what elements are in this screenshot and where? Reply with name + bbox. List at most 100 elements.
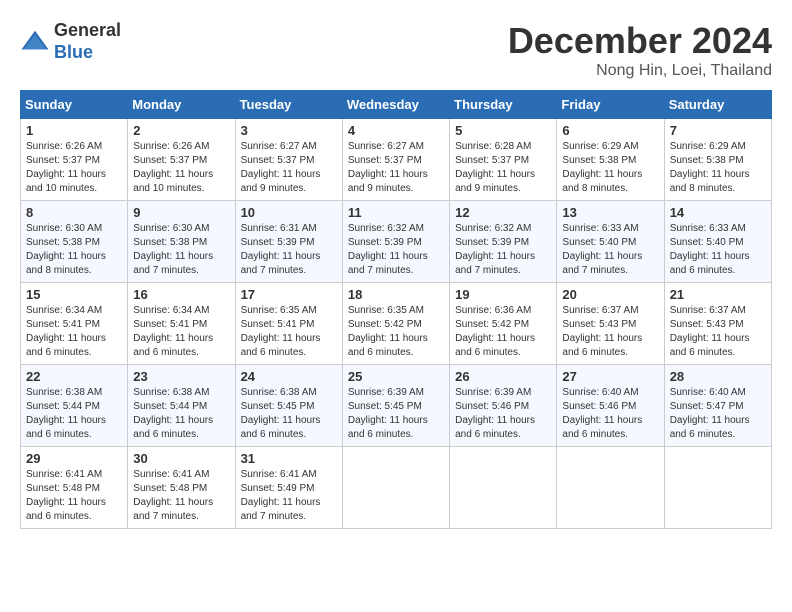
day-header-saturday: Saturday bbox=[664, 91, 771, 119]
day-info: Sunrise: 6:37 AMSunset: 5:43 PMDaylight:… bbox=[562, 305, 642, 358]
page-header: General Blue December 2024 Nong Hin, Loe… bbox=[20, 20, 772, 80]
day-number: 28 bbox=[670, 369, 766, 384]
day-info: Sunrise: 6:26 AMSunset: 5:37 PMDaylight:… bbox=[133, 141, 213, 194]
logo-icon bbox=[20, 27, 50, 57]
calendar-cell: 25Sunrise: 6:39 AMSunset: 5:45 PMDayligh… bbox=[342, 365, 449, 447]
calendar-cell: 20 Sunrise: 6:37 AMSunset: 5:43 PMDayligh… bbox=[557, 283, 664, 365]
day-info: Sunrise: 6:27 AMSunset: 5:37 PMDaylight:… bbox=[348, 141, 428, 194]
day-number: 16 bbox=[133, 287, 229, 302]
calendar-week-5: 29 Sunrise: 6:41 AMSunset: 5:48 PMDayligh… bbox=[21, 447, 772, 529]
calendar-cell: 14 Sunrise: 6:33 AMSunset: 5:40 PMDayligh… bbox=[664, 201, 771, 283]
day-info: Sunrise: 6:41 AMSunset: 5:48 PMDaylight:… bbox=[26, 469, 106, 522]
day-header-monday: Monday bbox=[128, 91, 235, 119]
day-number: 26 bbox=[455, 369, 551, 384]
day-info: Sunrise: 6:36 AMSunset: 5:42 PMDaylight:… bbox=[455, 305, 535, 358]
day-header-friday: Friday bbox=[557, 91, 664, 119]
calendar-cell: 7Sunrise: 6:29 AMSunset: 5:38 PMDaylight… bbox=[664, 119, 771, 201]
calendar-cell: 24Sunrise: 6:38 AMSunset: 5:45 PMDayligh… bbox=[235, 365, 342, 447]
day-info: Sunrise: 6:39 AMSunset: 5:45 PMDaylight:… bbox=[348, 387, 428, 440]
day-number: 18 bbox=[348, 287, 444, 302]
day-info: Sunrise: 6:33 AMSunset: 5:40 PMDaylight:… bbox=[670, 223, 750, 276]
day-info: Sunrise: 6:37 AMSunset: 5:43 PMDaylight:… bbox=[670, 305, 750, 358]
calendar-header-row: SundayMondayTuesdayWednesdayThursdayFrid… bbox=[21, 91, 772, 119]
day-number: 24 bbox=[241, 369, 337, 384]
day-info: Sunrise: 6:34 AMSunset: 5:41 PMDaylight:… bbox=[26, 305, 106, 358]
day-info: Sunrise: 6:31 AMSunset: 5:39 PMDaylight:… bbox=[241, 223, 321, 276]
day-info: Sunrise: 6:38 AMSunset: 5:44 PMDaylight:… bbox=[133, 387, 213, 440]
calendar-cell: 16 Sunrise: 6:34 AMSunset: 5:41 PMDayligh… bbox=[128, 283, 235, 365]
day-number: 11 bbox=[348, 205, 444, 220]
calendar-table: SundayMondayTuesdayWednesdayThursdayFrid… bbox=[20, 90, 772, 529]
calendar-cell: 27 Sunrise: 6:40 AMSunset: 5:46 PMDayligh… bbox=[557, 365, 664, 447]
day-number: 14 bbox=[670, 205, 766, 220]
day-info: Sunrise: 6:30 AMSunset: 5:38 PMDaylight:… bbox=[133, 223, 213, 276]
calendar-cell: 18 Sunrise: 6:35 AMSunset: 5:42 PMDayligh… bbox=[342, 283, 449, 365]
day-number: 2 bbox=[133, 123, 229, 138]
calendar-cell: 22 Sunrise: 6:38 AMSunset: 5:44 PMDayligh… bbox=[21, 365, 128, 447]
day-info: Sunrise: 6:26 AMSunset: 5:37 PMDaylight:… bbox=[26, 141, 106, 194]
calendar-cell: 3 Sunrise: 6:27 AMSunset: 5:37 PMDaylight… bbox=[235, 119, 342, 201]
calendar-cell: 2 Sunrise: 6:26 AMSunset: 5:37 PMDaylight… bbox=[128, 119, 235, 201]
day-number: 31 bbox=[241, 451, 337, 466]
calendar-cell bbox=[342, 447, 449, 529]
calendar-cell: 17 Sunrise: 6:35 AMSunset: 5:41 PMDayligh… bbox=[235, 283, 342, 365]
day-header-thursday: Thursday bbox=[450, 91, 557, 119]
calendar-cell: 30Sunrise: 6:41 AMSunset: 5:48 PMDayligh… bbox=[128, 447, 235, 529]
day-number: 22 bbox=[26, 369, 122, 384]
calendar-cell: 28Sunrise: 6:40 AMSunset: 5:47 PMDayligh… bbox=[664, 365, 771, 447]
month-title: December 2024 bbox=[508, 20, 772, 62]
calendar-cell: 21 Sunrise: 6:37 AMSunset: 5:43 PMDayligh… bbox=[664, 283, 771, 365]
day-number: 15 bbox=[26, 287, 122, 302]
day-number: 9 bbox=[133, 205, 229, 220]
calendar-week-3: 15 Sunrise: 6:34 AMSunset: 5:41 PMDayligh… bbox=[21, 283, 772, 365]
calendar-cell: 9 Sunrise: 6:30 AMSunset: 5:38 PMDaylight… bbox=[128, 201, 235, 283]
day-info: Sunrise: 6:35 AMSunset: 5:41 PMDaylight:… bbox=[241, 305, 321, 358]
day-number: 27 bbox=[562, 369, 658, 384]
day-info: Sunrise: 6:30 AMSunset: 5:38 PMDaylight:… bbox=[26, 223, 106, 276]
day-info: Sunrise: 6:27 AMSunset: 5:37 PMDaylight:… bbox=[241, 141, 321, 194]
day-number: 6 bbox=[562, 123, 658, 138]
day-number: 13 bbox=[562, 205, 658, 220]
day-number: 29 bbox=[26, 451, 122, 466]
calendar-cell: 26Sunrise: 6:39 AMSunset: 5:46 PMDayligh… bbox=[450, 365, 557, 447]
calendar-week-4: 22 Sunrise: 6:38 AMSunset: 5:44 PMDayligh… bbox=[21, 365, 772, 447]
day-number: 4 bbox=[348, 123, 444, 138]
day-number: 21 bbox=[670, 287, 766, 302]
calendar-cell: 29 Sunrise: 6:41 AMSunset: 5:48 PMDayligh… bbox=[21, 447, 128, 529]
day-info: Sunrise: 6:32 AMSunset: 5:39 PMDaylight:… bbox=[455, 223, 535, 276]
day-number: 3 bbox=[241, 123, 337, 138]
day-number: 20 bbox=[562, 287, 658, 302]
day-number: 1 bbox=[26, 123, 122, 138]
calendar-cell bbox=[557, 447, 664, 529]
logo-general: General bbox=[54, 20, 121, 42]
day-info: Sunrise: 6:33 AMSunset: 5:40 PMDaylight:… bbox=[562, 223, 642, 276]
calendar-cell: 6Sunrise: 6:29 AMSunset: 5:38 PMDaylight… bbox=[557, 119, 664, 201]
calendar-cell: 13 Sunrise: 6:33 AMSunset: 5:40 PMDayligh… bbox=[557, 201, 664, 283]
calendar-week-2: 8 Sunrise: 6:30 AMSunset: 5:38 PMDaylight… bbox=[21, 201, 772, 283]
logo-text: General Blue bbox=[54, 20, 121, 63]
day-number: 10 bbox=[241, 205, 337, 220]
title-block: December 2024 Nong Hin, Loei, Thailand bbox=[508, 20, 772, 80]
day-number: 17 bbox=[241, 287, 337, 302]
day-header-sunday: Sunday bbox=[21, 91, 128, 119]
calendar-cell bbox=[664, 447, 771, 529]
calendar-cell: 1 Sunrise: 6:26 AMSunset: 5:37 PMDaylight… bbox=[21, 119, 128, 201]
day-info: Sunrise: 6:35 AMSunset: 5:42 PMDaylight:… bbox=[348, 305, 428, 358]
day-number: 19 bbox=[455, 287, 551, 302]
day-number: 7 bbox=[670, 123, 766, 138]
day-number: 23 bbox=[133, 369, 229, 384]
calendar-cell: 5Sunrise: 6:28 AMSunset: 5:37 PMDaylight… bbox=[450, 119, 557, 201]
calendar-cell: 4 Sunrise: 6:27 AMSunset: 5:37 PMDaylight… bbox=[342, 119, 449, 201]
day-number: 8 bbox=[26, 205, 122, 220]
day-info: Sunrise: 6:28 AMSunset: 5:37 PMDaylight:… bbox=[455, 141, 535, 194]
logo: General Blue bbox=[20, 20, 121, 63]
day-info: Sunrise: 6:40 AMSunset: 5:46 PMDaylight:… bbox=[562, 387, 642, 440]
day-header-wednesday: Wednesday bbox=[342, 91, 449, 119]
calendar-cell: 19 Sunrise: 6:36 AMSunset: 5:42 PMDayligh… bbox=[450, 283, 557, 365]
logo-blue: Blue bbox=[54, 42, 121, 64]
day-number: 12 bbox=[455, 205, 551, 220]
calendar-cell bbox=[450, 447, 557, 529]
day-info: Sunrise: 6:34 AMSunset: 5:41 PMDaylight:… bbox=[133, 305, 213, 358]
location: Nong Hin, Loei, Thailand bbox=[508, 62, 772, 80]
day-info: Sunrise: 6:38 AMSunset: 5:44 PMDaylight:… bbox=[26, 387, 106, 440]
